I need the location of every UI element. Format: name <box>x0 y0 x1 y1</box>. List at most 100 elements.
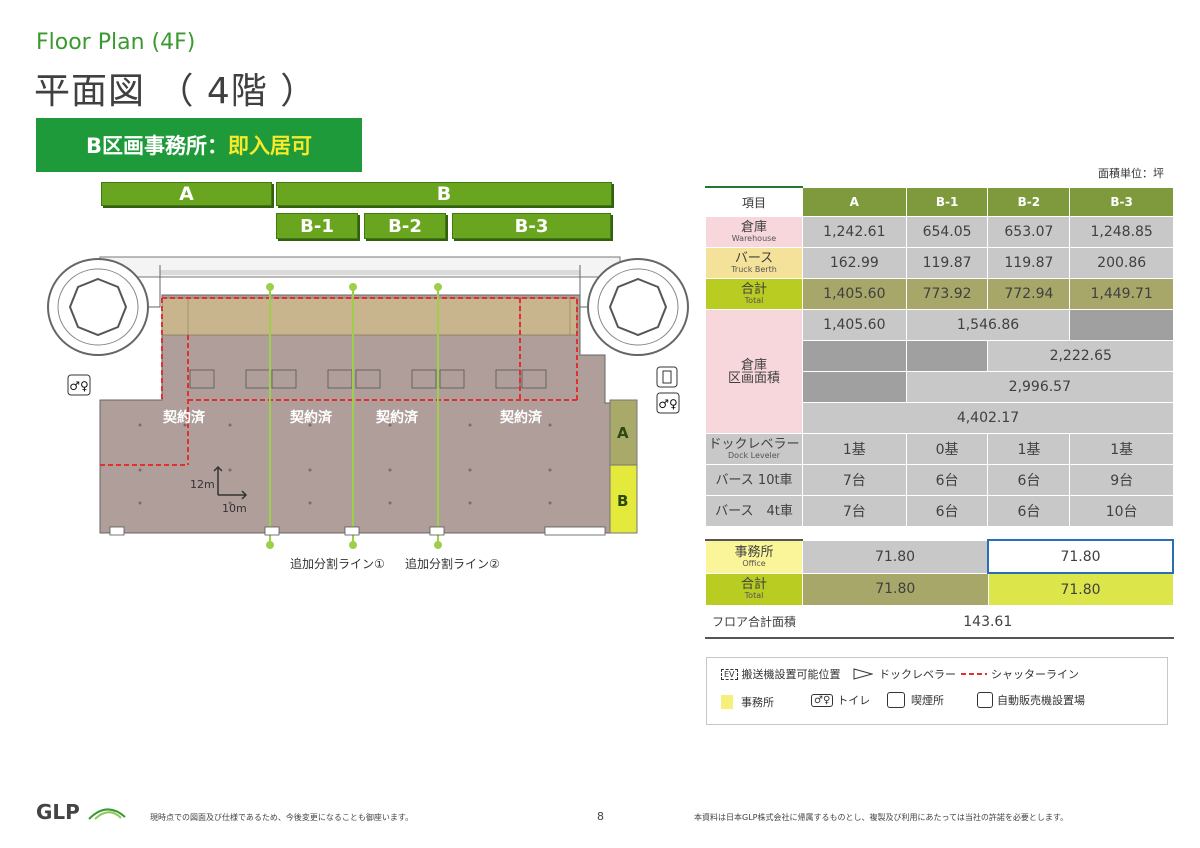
cell: 0基 <box>905 433 989 465</box>
cell: 1基 <box>802 433 907 465</box>
shutter-line-icon <box>961 673 987 675</box>
vending-icon <box>656 366 678 388</box>
zone-bar-b: B <box>276 182 612 206</box>
zone-bar-b3: B-3 <box>452 213 611 239</box>
cell: 1,546.86 <box>905 309 1071 341</box>
legend-vending-label: 自動販売機設置場 <box>997 694 1085 707</box>
footer-disclaimer: 現時点での図面及び仕様であるため、今後変更になることも御座います。 <box>150 813 414 822</box>
zone-bar-b1: B-1 <box>276 213 358 239</box>
legend-ev: EV 搬送機設置可能位置 <box>721 666 841 682</box>
contracted-label-2: 契約済 <box>290 410 332 426</box>
cell: 6台 <box>987 495 1071 527</box>
split-line-label-2: 追加分割ライン② <box>405 557 500 571</box>
header-b1: B-1 <box>905 186 989 217</box>
toilet-icon: ♂♀ <box>67 374 91 396</box>
legend: EV 搬送機設置可能位置 ドックレベラー シャッターライン 事務所 ♂♀ トイレ… <box>706 657 1168 725</box>
cell: 1基 <box>987 433 1071 465</box>
row-label: ドックレベラー Dock Leveler <box>705 433 803 465</box>
header-b3: B-3 <box>1069 186 1174 217</box>
cell: 10台 <box>1069 495 1174 527</box>
legend-toilet: ♂♀ トイレ <box>811 692 870 708</box>
contracted-label-4: 契約済 <box>500 410 542 426</box>
cell: 653.07 <box>987 216 1071 248</box>
cell: 1,248.85 <box>1069 216 1174 248</box>
row-label: 合計 Total <box>705 278 803 310</box>
cell: 9台 <box>1069 464 1174 496</box>
header-a: A <box>802 186 907 217</box>
legend-dock: ドックレベラー <box>853 666 956 682</box>
cell: 71.80 <box>987 572 1174 606</box>
banner-prefix: B区画事務所： <box>85 134 228 158</box>
row-label: 合計 Total <box>705 572 803 606</box>
cell: 773.92 <box>905 278 989 310</box>
cell: 71.80 <box>987 539 1174 574</box>
cell: 6台 <box>987 464 1071 496</box>
cell: 772.94 <box>987 278 1071 310</box>
floor-plan: ♂♀ ♂♀ <box>47 256 689 549</box>
cell: 1,405.60 <box>802 278 907 310</box>
dock-leveler-icon <box>853 668 873 680</box>
legend-ev-label: 搬送機設置可能位置 <box>741 668 841 681</box>
cell-empty <box>802 340 907 372</box>
row-label: バース 4t車 <box>705 495 803 527</box>
footer-copyright: 本資料は日本GLP株式会社に帰属するものとし、複製及び利用にあたっては当社の許諾… <box>694 813 1069 822</box>
row-label-block-area: 倉庫 区画面積 <box>705 309 803 434</box>
ev-icon: EV <box>721 668 738 680</box>
table-row-dock: ドックレベラー Dock Leveler 1基 0基 1基 1基 <box>705 433 1174 465</box>
table-row-total: 合計 Total 1,405.60 773.92 772.94 1,449.71 <box>705 278 1174 310</box>
cell-empty <box>905 340 989 372</box>
legend-office-label: 事務所 <box>741 696 774 709</box>
cell: 119.87 <box>987 247 1071 279</box>
side-label-b: B <box>617 492 629 510</box>
table-row-office: 事務所 Office 71.80 71.80 <box>705 539 1174 574</box>
cell: 162.99 <box>802 247 907 279</box>
smoking-icon <box>887 692 905 708</box>
cell: 200.86 <box>1069 247 1174 279</box>
legend-shutter: シャッターライン <box>961 666 1079 682</box>
toilet-icon: ♂♀ <box>811 693 834 707</box>
availability-banner: B区画事務所： 即入居可 <box>36 118 362 172</box>
cell: 2,996.57 <box>905 371 1175 403</box>
table-row-warehouse: 倉庫 Warehouse 1,242.61 654.05 653.07 1,248… <box>705 216 1174 248</box>
cell: 1,449.71 <box>1069 278 1174 310</box>
header-item: 項目 <box>705 186 803 217</box>
table-row-berth: バース Truck Berth 162.99 119.87 119.87 200.… <box>705 247 1174 279</box>
vending-icon <box>977 692 993 708</box>
svg-text:♂♀: ♂♀ <box>69 379 89 393</box>
cell: 7台 <box>802 464 907 496</box>
row-label: 倉庫 Warehouse <box>705 216 803 248</box>
logo-arc-icon <box>88 808 126 820</box>
office-table: 事務所 Office 71.80 71.80 合計 Total 71.80 71.8… <box>705 539 1174 639</box>
truck-berth <box>161 297 578 336</box>
cell: 143.61 <box>802 605 1174 639</box>
svg-text:♂♀: ♂♀ <box>658 397 678 411</box>
legend-toilet-label: トイレ <box>837 694 871 707</box>
cell-empty <box>1069 309 1174 341</box>
header-b2: B-2 <box>987 186 1071 217</box>
area-unit-note: 面積単位：坪 <box>1098 167 1164 180</box>
scale-label-vertical: 12m <box>190 478 215 491</box>
cell: 1,405.60 <box>802 309 907 341</box>
contracted-label-1: 契約済 <box>163 410 205 426</box>
cell: 71.80 <box>802 572 989 606</box>
row-label: バース 10t車 <box>705 464 803 496</box>
page-title: 平面図 （ 4階 ） <box>34 71 318 112</box>
building-outline <box>99 256 621 278</box>
toilet-icon-right: ♂♀ <box>656 392 680 414</box>
cell: 654.05 <box>905 216 989 248</box>
contracted-label-3: 契約済 <box>376 410 418 426</box>
row-label: バース Truck Berth <box>705 247 803 279</box>
cell: 6台 <box>905 464 989 496</box>
legend-smoking-label: 喫煙所 <box>911 694 944 707</box>
legend-shutter-label: シャッターライン <box>991 668 1079 681</box>
cell: 7台 <box>802 495 907 527</box>
page-number: 8 <box>597 810 604 823</box>
cell-empty <box>802 371 907 403</box>
table-row-block-1: 倉庫 区画面積 1,405.60 1,546.86 <box>705 309 1174 434</box>
table-row-floor-total: フロア合計面積 143.61 <box>705 605 1174 639</box>
cell: 1,242.61 <box>802 216 907 248</box>
cell: 4,402.17 <box>802 402 1174 434</box>
row-label: 事務所 Office <box>705 539 803 574</box>
area-table: 項目 A B-1 B-2 B-3 倉庫 Warehouse 1,242.61 65… <box>705 186 1175 527</box>
table-row-office-total: 合計 Total 71.80 71.80 <box>705 572 1174 606</box>
